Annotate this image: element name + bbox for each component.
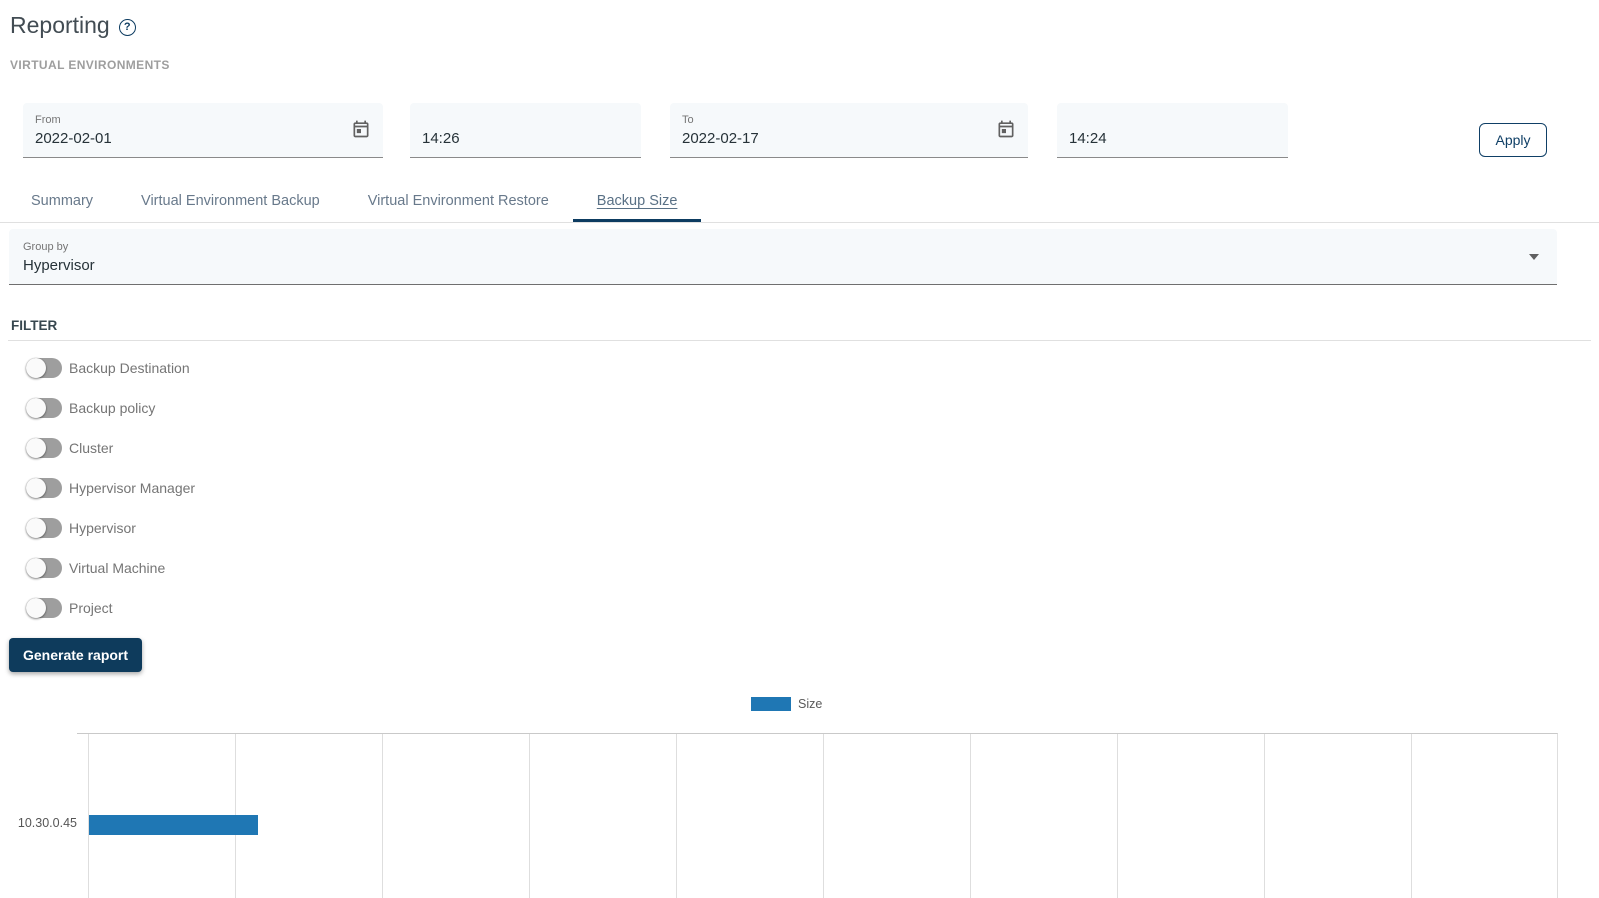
calendar-icon[interactable]: [351, 119, 371, 139]
filter-list: Backup Destination Backup policy Cluster…: [26, 358, 195, 638]
toggle-knob: [26, 558, 46, 578]
group-by-value: Hypervisor: [23, 257, 95, 274]
group-by-label: Group by: [23, 241, 69, 253]
toggle-hypervisor-manager[interactable]: [26, 478, 62, 498]
from-date-field[interactable]: From 2022-02-01: [23, 103, 383, 158]
toggle-label: Hypervisor Manager: [69, 480, 196, 496]
legend-swatch: [751, 697, 791, 711]
from-date-value: 2022-02-01: [35, 130, 112, 147]
toggle-knob: [26, 438, 46, 458]
filter-row-hypervisor-manager: Hypervisor Manager: [26, 478, 195, 498]
calendar-icon[interactable]: [996, 119, 1016, 139]
report-tabs: Summary Virtual Environment Backup Virtu…: [0, 180, 1599, 223]
toggle-knob: [26, 518, 46, 538]
toggle-knob: [26, 398, 46, 418]
toggle-backup-destination[interactable]: [26, 358, 62, 378]
filter-row-virtual-machine: Virtual Machine: [26, 558, 195, 578]
toggle-virtual-machine[interactable]: [26, 558, 62, 578]
group-by-select[interactable]: Group by Hypervisor: [9, 229, 1557, 285]
toggle-label: Cluster: [69, 440, 114, 456]
filter-row-cluster: Cluster: [26, 438, 195, 458]
chevron-down-icon: [1529, 254, 1539, 260]
tab-virtual-environment-backup[interactable]: Virtual Environment Backup: [117, 180, 344, 222]
toggle-label: Hypervisor: [69, 520, 136, 536]
to-date-field[interactable]: To 2022-02-17: [670, 103, 1028, 158]
from-time-field[interactable]: 14:26: [410, 103, 641, 158]
filter-heading: FILTER: [11, 318, 58, 333]
chart-legend-item-size[interactable]: Size: [751, 697, 822, 711]
toggle-knob: [26, 358, 46, 378]
toggle-label: Backup policy: [69, 400, 156, 416]
chart-plot-area: [88, 733, 1558, 898]
tab-virtual-environment-restore[interactable]: Virtual Environment Restore: [344, 180, 573, 222]
section-subtitle: VIRTUAL ENVIRONMENTS: [10, 58, 170, 72]
toggle-knob: [26, 598, 46, 618]
filter-row-backup-policy: Backup policy: [26, 398, 195, 418]
toggle-label: Virtual Machine: [69, 560, 166, 576]
chart-bar: [89, 815, 258, 835]
page-header: Reporting ?: [10, 12, 136, 39]
divider: [8, 340, 1591, 341]
toggle-cluster[interactable]: [26, 438, 62, 458]
reporting-page: Reporting ? VIRTUAL ENVIRONMENTS From 20…: [0, 0, 1599, 898]
tab-summary[interactable]: Summary: [7, 180, 117, 222]
generate-report-button[interactable]: Generate raport: [9, 638, 143, 672]
help-icon[interactable]: ?: [118, 18, 136, 36]
axis-tick: [77, 733, 88, 734]
filter-row-hypervisor: Hypervisor: [26, 518, 195, 538]
toggle-knob: [26, 478, 46, 498]
legend-label: Size: [798, 697, 823, 711]
filter-row-backup-destination: Backup Destination: [26, 358, 195, 378]
backup-size-chart: 10.30.0.45: [0, 733, 1599, 898]
to-date-value: 2022-02-17: [682, 130, 759, 147]
toggle-backup-policy[interactable]: [26, 398, 62, 418]
page-title: Reporting: [10, 12, 110, 38]
from-time-value: 14:26: [422, 130, 460, 147]
to-time-field[interactable]: 14:24: [1057, 103, 1288, 158]
apply-button[interactable]: Apply: [1479, 123, 1547, 157]
toggle-project[interactable]: [26, 598, 62, 618]
filter-row-project: Project: [26, 598, 195, 618]
to-date-label: To: [682, 114, 694, 126]
from-date-label: From: [35, 114, 61, 126]
toggle-label: Backup Destination: [69, 360, 190, 376]
toggle-hypervisor[interactable]: [26, 518, 62, 538]
toggle-label: Project: [69, 600, 113, 616]
to-time-value: 14:24: [1069, 130, 1107, 147]
chart-category-label: 10.30.0.45: [17, 816, 77, 830]
tab-backup-size[interactable]: Backup Size: [573, 180, 702, 222]
